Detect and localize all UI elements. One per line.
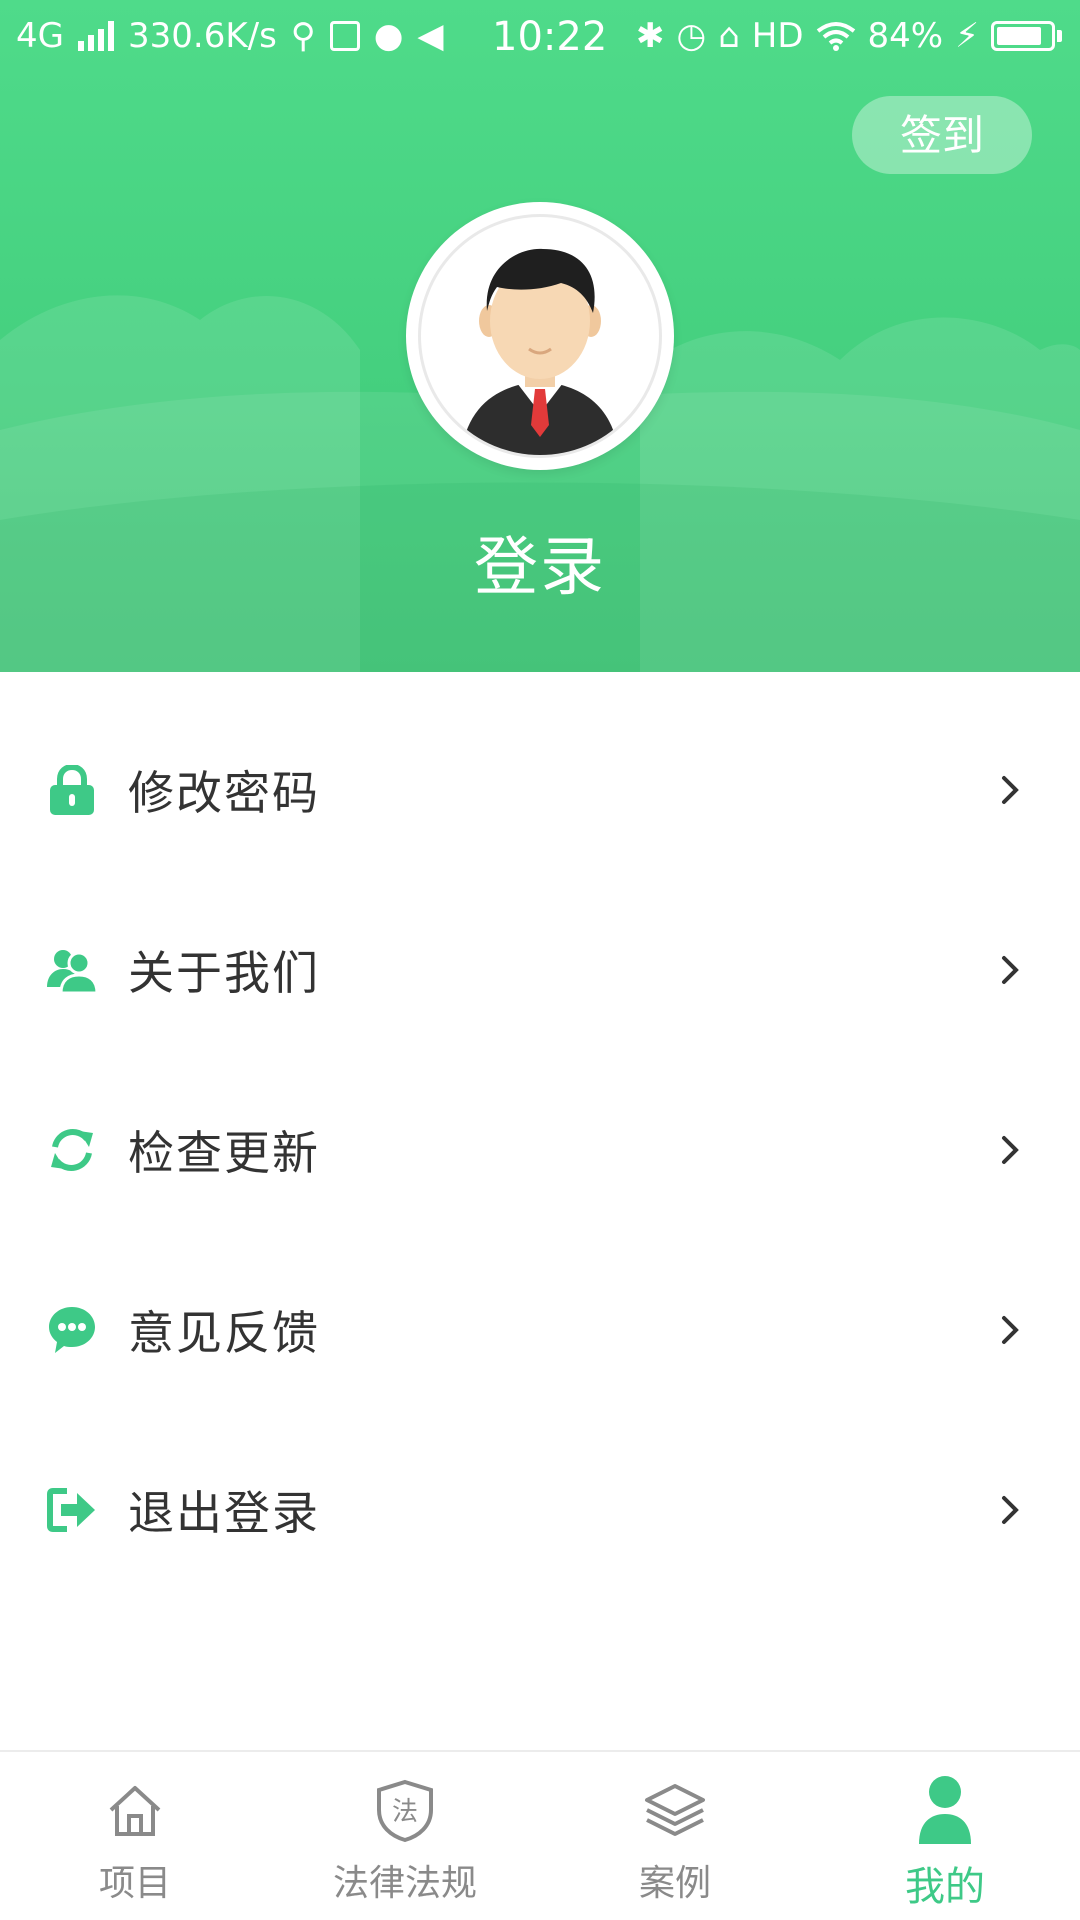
home-icon: [99, 1774, 171, 1846]
chevron-right-icon: [1002, 776, 1019, 804]
hd-indicator: HD: [751, 16, 804, 56]
clock: 10:22: [492, 14, 608, 60]
status-bar: 4G 330.6K/s ⚲ ● ◀ 10:22 ✱ ◷ ⌂ HD 84% ⚡: [0, 0, 1080, 76]
usb-icon: ⚲: [290, 16, 316, 56]
menu-item-label: 关于我们: [128, 946, 320, 1000]
menu-item-feedback[interactable]: 意见反馈: [0, 1240, 1080, 1420]
menu-item-label: 意见反馈: [128, 1306, 320, 1360]
chevron-right-icon: [1002, 1136, 1019, 1164]
charging-icon: ⚡: [955, 16, 979, 56]
battery-percent: 84%: [867, 16, 944, 56]
user-portrait-icon: [461, 248, 619, 455]
chevron-right-icon: [1002, 1316, 1019, 1344]
tab-label: 法律法规: [332, 1863, 477, 1904]
tab-label: 项目: [98, 1863, 171, 1904]
menu-item-label: 退出登录: [128, 1486, 320, 1540]
logout-icon: [46, 1484, 98, 1536]
signin-button[interactable]: 签到: [852, 96, 1032, 174]
menu-item-check-update[interactable]: 检查更新: [0, 1060, 1080, 1240]
usb-debug-icon: [329, 21, 360, 51]
tab-mine[interactable]: 我的: [810, 1752, 1080, 1920]
bottom-tab-bar: 项目 法 法律法规 案例 我的: [0, 1750, 1080, 1920]
layers-icon: [639, 1774, 711, 1846]
battery-icon: [991, 21, 1062, 51]
menu-item-about-us[interactable]: 关于我们: [0, 880, 1080, 1060]
menu-item-logout[interactable]: 退出登录: [0, 1420, 1080, 1600]
profile-header: 4G 330.6K/s ⚲ ● ◀ 10:22 ✱ ◷ ⌂ HD 84% ⚡ 签…: [0, 0, 1080, 672]
tab-label: 我的: [905, 1864, 985, 1910]
settings-menu: 修改密码 关于我们 检查更新 意见反馈 退出登录: [0, 700, 1080, 1600]
profile-page: 4G 330.6K/s ⚲ ● ◀ 10:22 ✱ ◷ ⌂ HD 84% ⚡ 签…: [0, 0, 1080, 1920]
menu-item-label: 修改密码: [128, 766, 320, 820]
menu-item-change-password[interactable]: 修改密码: [0, 700, 1080, 880]
wechat-icon: ●: [373, 16, 404, 56]
tab-label: 案例: [638, 1863, 711, 1904]
users-icon: [46, 944, 98, 996]
bell-off-icon: ⌂: [718, 16, 740, 56]
bluetooth-icon: ✱: [636, 16, 665, 56]
tab-laws[interactable]: 法 法律法规: [270, 1752, 540, 1920]
refresh-icon: [46, 1124, 98, 1176]
signal-icon: [77, 21, 114, 51]
avatar-image: [418, 214, 662, 458]
chevron-right-icon: [1002, 1496, 1019, 1524]
avatar[interactable]: [406, 202, 674, 470]
chat-icon: [46, 1304, 98, 1356]
svg-text:法: 法: [392, 1797, 418, 1827]
person-icon: [909, 1774, 981, 1846]
volume-mute-icon: ◀: [417, 16, 444, 56]
chevron-right-icon: [1002, 956, 1019, 984]
login-link[interactable]: 登录: [0, 516, 1080, 608]
wifi-icon: [816, 22, 855, 51]
tab-projects[interactable]: 项目: [0, 1752, 270, 1920]
lock-icon: [46, 764, 98, 816]
law-shield-icon: 法: [369, 1774, 441, 1846]
menu-item-label: 检查更新: [128, 1126, 320, 1180]
tab-cases[interactable]: 案例: [540, 1752, 810, 1920]
alarm-icon: ◷: [676, 16, 707, 56]
network-speed: 330.6K/s: [127, 16, 277, 56]
network-type: 4G: [16, 16, 64, 56]
